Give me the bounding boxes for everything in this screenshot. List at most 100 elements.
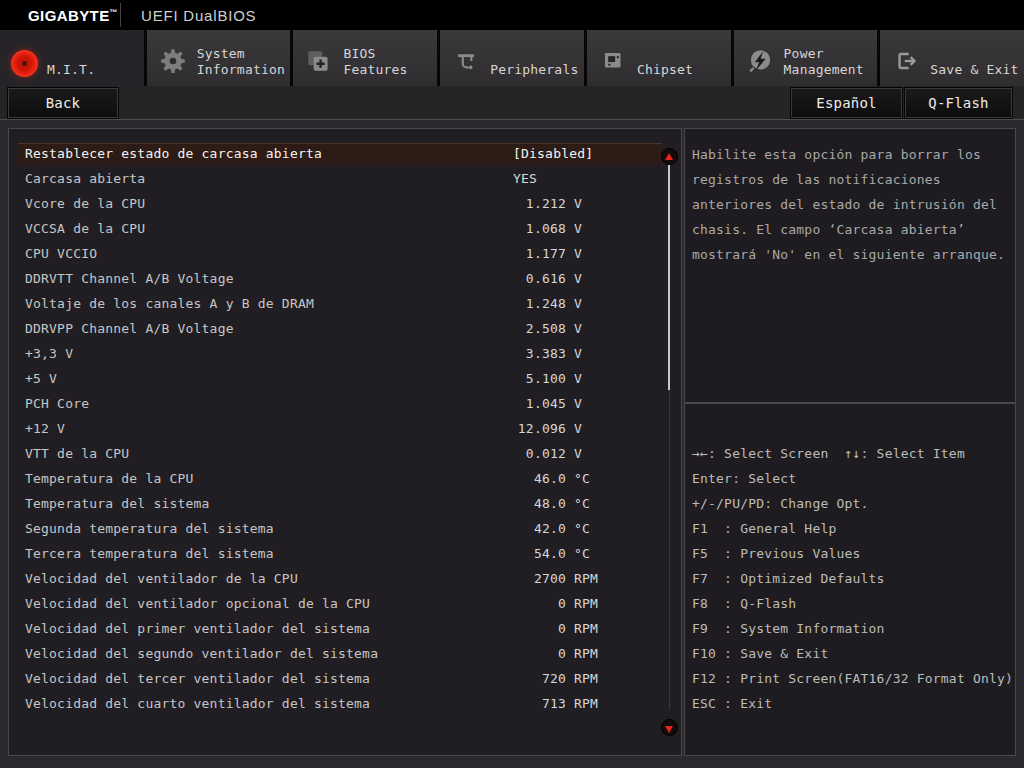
setting-value-number: 2.508 (487, 318, 566, 340)
setting-row[interactable]: Temperatura del sistema 48.0 °C (9, 493, 681, 518)
power-icon (745, 46, 775, 76)
tab-chipset[interactable]: Chipset (587, 30, 731, 86)
setting-label: Voltaje de los canales A y B de DRAM (25, 293, 314, 315)
setting-value-number: 0 (487, 643, 566, 665)
setting-label: Velocidad del ventilador de la CPU (25, 568, 298, 590)
setting-row[interactable]: DDRVPP Channel A/B Voltage2.508V (9, 318, 681, 343)
setting-value-number: 2700 (487, 568, 566, 590)
setting-label: Temperatura de la CPU (25, 468, 194, 490)
tab-bios-features[interactable]: BIOS Features (293, 30, 437, 86)
setting-row[interactable]: VCCSA de la CPU1.068V (9, 218, 681, 243)
qflash-button[interactable]: Q-Flash (905, 88, 1012, 118)
help-line: mostrará 'No' en el siguiente arranque. (692, 242, 1005, 267)
setting-value-unit: °C (574, 493, 590, 515)
setting-value-unit: V (574, 243, 582, 265)
setting-value-unit: V (574, 443, 582, 465)
setting-row[interactable]: Carcasa abiertaYES (9, 168, 681, 193)
setting-row[interactable]: Velocidad del ventilador de la CPU 2700 RP… (9, 568, 681, 593)
setting-label: CPU VCCIO (25, 243, 97, 265)
mit-red-dot-icon (11, 50, 38, 77)
info-panel-divider (685, 402, 1015, 404)
info-panel: Habilite esta opción para borrar losregi… (684, 128, 1016, 756)
setting-row[interactable]: Velocidad del segundo ventilador del sis… (9, 643, 681, 668)
tab-save-exit[interactable]: Save & Exit (880, 30, 1024, 86)
setting-value: YES (513, 168, 537, 190)
language-button[interactable]: Español (791, 88, 902, 118)
setting-value-unit: °C (574, 543, 590, 565)
hotkey-line: →←: Select Screen ↑↓: Select Item (692, 441, 1013, 466)
setting-row[interactable]: +12 V12.096V (9, 418, 681, 443)
bios-screen: GIGABYTE™ UEFI DualBIOS M.I.T.System Inf… (0, 0, 1024, 768)
setting-value-unit: RPM (574, 568, 598, 590)
setting-value-unit: RPM (574, 643, 598, 665)
setting-row[interactable]: Velocidad del tercer ventilador del sist… (9, 668, 681, 693)
setting-label: Temperatura del sistema (25, 493, 210, 515)
scroll-down-icon[interactable] (661, 719, 678, 736)
setting-value-number: 1.068 (487, 218, 566, 240)
setting-value-unit: V (574, 318, 582, 340)
help-line: anteriores del estado de intrusión del (692, 192, 1005, 217)
setting-value-unit: RPM (574, 668, 598, 690)
setting-value-unit: °C (574, 468, 590, 490)
up-arrow-icon (665, 153, 673, 160)
setting-label: Velocidad del ventilador opcional de la … (25, 593, 370, 615)
setting-value-unit: RPM (574, 693, 598, 715)
save-exit-icon (891, 46, 921, 76)
setting-label: Segunda temperatura del sistema (25, 518, 274, 540)
setting-row[interactable]: PCH Core1.045V (9, 393, 681, 418)
setting-row[interactable]: +5 V5.100V (9, 368, 681, 393)
setting-label: +3,3 V (25, 343, 73, 365)
tab-peripherals[interactable]: Peripherals (440, 30, 584, 86)
setting-row[interactable]: Segunda temperatura del sistema42.0°C (9, 518, 681, 543)
setting-row[interactable]: Velocidad del cuarto ventilador del sist… (9, 693, 681, 718)
setting-value-unit: V (574, 393, 582, 415)
tab-system-information[interactable]: System Information (147, 30, 291, 86)
setting-label: VTT de la CPU (25, 443, 129, 465)
hotkey-line: F12 : Print Screen(FAT16/32 Format Only) (692, 666, 1013, 691)
setting-value-number: 48.0 (487, 493, 566, 515)
setting-value-unit: V (574, 343, 582, 365)
setting-value-unit: V (574, 368, 582, 390)
tab-label: Power Management (784, 46, 876, 78)
setting-value-number: 3.383 (487, 343, 566, 365)
setting-value-unit: V (574, 293, 582, 315)
setting-label: Restablecer estado de carcasa abierta (25, 143, 322, 165)
tab-power-management[interactable]: Power Management (734, 30, 878, 86)
setting-value-number: 1.177 (487, 243, 566, 265)
scrollbar-thumb[interactable] (668, 165, 670, 390)
setting-row[interactable]: Vcore de la CPU1.212V (9, 193, 681, 218)
scroll-up-icon[interactable] (661, 148, 678, 165)
hotkey-line: Enter: Select (692, 466, 1013, 491)
peripherals-icon (451, 46, 481, 76)
setting-value-number: 54.0 (487, 543, 566, 565)
setting-label: Velocidad del segundo ventilador del sis… (25, 643, 378, 665)
setting-value-number: 46.0 (487, 468, 566, 490)
setting-row[interactable]: Voltaje de los canales A y B de DRAM1.24… (9, 293, 681, 318)
setting-value-unit: °C (574, 518, 590, 540)
hotkeys-legend: →←: Select Screen ↑↓: Select ItemEnter: … (692, 441, 1013, 716)
setting-row[interactable]: Temperatura de la CPU 46.0 °C (9, 468, 681, 493)
back-button[interactable]: Back (8, 88, 118, 118)
help-text: Habilite esta opción para borrar losregi… (692, 142, 1005, 267)
setting-label: PCH Core (25, 393, 89, 415)
setting-row[interactable]: Velocidad del ventilador opcional de la … (9, 593, 681, 618)
setting-value-number: 1.212 (487, 193, 566, 215)
setting-row[interactable]: Velocidad del primer ventilador del sist… (9, 618, 681, 643)
setting-row[interactable]: Tercera temperatura del sistema54.0°C (9, 543, 681, 568)
settings-panel: Restablecer estado de carcasa abierta[Di… (8, 128, 682, 756)
tab-m-i-t[interactable]: M.I.T. (0, 30, 144, 86)
setting-value-unit: V (574, 218, 582, 240)
tab-label: System Information (197, 46, 289, 78)
tab-label: Peripherals (490, 62, 582, 78)
setting-row[interactable]: VTT de la CPU0.012V (9, 443, 681, 468)
hotkey-line: F8 : Q-Flash (692, 591, 1013, 616)
setting-row[interactable]: CPU VCCIO 1.177 V (9, 243, 681, 268)
help-line: registros de las notificaciones (692, 167, 1005, 192)
tab-label: Chipset (637, 62, 729, 78)
setting-row[interactable]: DDRVTT Channel A/B Voltage0.616V (9, 268, 681, 293)
setting-label: Velocidad del cuarto ventilador del sist… (25, 693, 370, 715)
setting-row[interactable]: Restablecer estado de carcasa abierta[Di… (9, 143, 681, 168)
setting-row[interactable]: +3,3 V 3.383 V (9, 343, 681, 368)
hotkey-line: F9 : System Information (692, 616, 1013, 641)
chipset-icon (598, 46, 628, 76)
